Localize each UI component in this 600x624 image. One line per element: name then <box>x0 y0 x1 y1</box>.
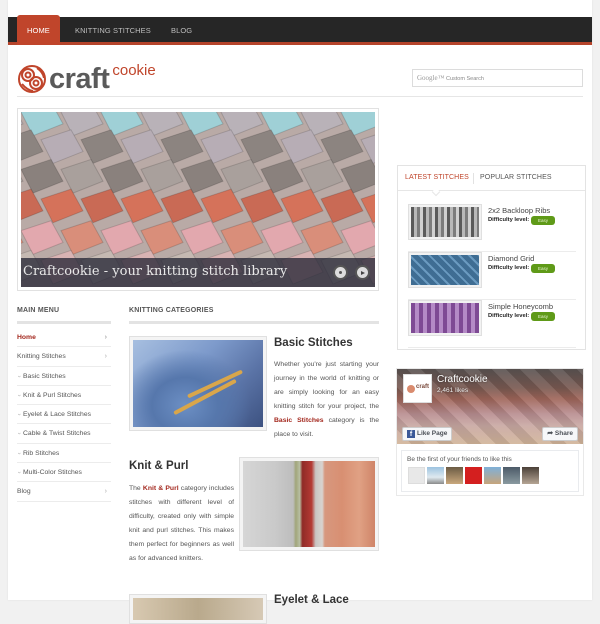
main-menu: Home› Knitting Stitches› Basic Stitches … <box>17 328 111 502</box>
category-desc-knit-purl: The Knit & Purl category includes stitch… <box>129 482 234 566</box>
logo-text-craft: craft <box>49 63 110 95</box>
chevron-right-icon: › <box>104 488 107 496</box>
tab-popular-stitches[interactable]: POPULAR STITCHES <box>480 174 552 181</box>
menu-item-blog[interactable]: Blog › <box>17 482 111 502</box>
friend-avatar[interactable] <box>446 467 463 484</box>
facebook-icon: f <box>407 430 415 438</box>
stitch-item: 2x2 Backloop Ribs Difficulty level: Easy <box>408 204 576 252</box>
difficulty-badge: Easy <box>531 216 555 225</box>
slider-caption: Craftcookie - your knitting stitch libra… <box>23 264 288 279</box>
facebook-page-logo[interactable]: craft <box>403 374 432 403</box>
category-link-knit-purl[interactable]: Knit & Purl <box>143 485 179 492</box>
share-arrow-icon: ➦ <box>547 430 554 437</box>
menu-item-label: Basic Stitches <box>23 372 66 380</box>
friend-avatar[interactable] <box>484 467 501 484</box>
basic-stitches-image[interactable] <box>129 336 267 431</box>
chevron-right-icon: › <box>104 334 107 341</box>
facebook-page-name[interactable]: Craftcookie <box>437 374 488 385</box>
stitch-name[interactable]: Simple Honeycomb <box>488 302 553 311</box>
main-menu-rule <box>17 321 111 324</box>
menu-item-label: Cable & Twist Stitches <box>23 430 91 438</box>
menu-item-label: Multi-Color Stitches <box>23 469 82 477</box>
menu-item-label: Home <box>17 334 36 341</box>
tab-separator <box>473 173 474 184</box>
stitch-thumbnail[interactable] <box>408 204 482 240</box>
menu-item-knit-purl[interactable]: Knit & Purl Stitches <box>17 386 111 406</box>
site-logo[interactable]: craft cookie <box>17 60 156 94</box>
stitch-thumbnail[interactable] <box>408 252 482 288</box>
search-placeholder: Custom Search <box>446 76 484 82</box>
main-menu-title: MAIN MENU <box>17 307 60 314</box>
desc-text: The <box>129 485 143 492</box>
categories-rule <box>129 321 379 324</box>
menu-item-label: Blog <box>17 488 31 496</box>
category-desc-basic: Whether you're just starting your journe… <box>274 358 379 442</box>
active-tab-pointer <box>431 187 441 197</box>
nav-home[interactable]: HOME <box>17 15 60 45</box>
categories-title: KNITTING CATEGORIES <box>129 307 214 314</box>
category-title-eyelet-lace[interactable]: Eyelet & Lace <box>274 594 349 606</box>
friend-avatar[interactable] <box>427 467 444 484</box>
menu-item-eyelet-lace[interactable]: Eyelet & Lace Stitches <box>17 405 111 425</box>
facebook-friends-text: Be the first of your friends to like thi… <box>407 456 512 463</box>
menu-item-label: Knitting Stitches <box>17 353 66 361</box>
menu-item-label: Eyelet & Lace Stitches <box>23 411 92 419</box>
stitch-name[interactable]: 2x2 Backloop Ribs <box>488 206 550 215</box>
header-divider <box>17 96 583 97</box>
menu-item-label: Knit & Purl Stitches <box>23 391 82 399</box>
desc-text: category includes stitches with differen… <box>129 485 234 562</box>
knit-purl-image[interactable] <box>239 457 379 551</box>
fb-logo-text: craft <box>416 384 430 390</box>
slider-image[interactable]: Craftcookie - your knitting stitch libra… <box>21 112 375 287</box>
difficulty-label: Difficulty level: <box>488 265 530 271</box>
desc-text: Whether you're just starting your journe… <box>274 361 379 410</box>
friend-avatar[interactable] <box>503 467 520 484</box>
difficulty-label: Difficulty level: <box>488 313 530 319</box>
yarn-ball-icon <box>18 65 46 93</box>
menu-item-cable-twist[interactable]: Cable & Twist Stitches <box>17 424 111 444</box>
slider-prev-button[interactable] <box>333 265 348 280</box>
category-link-basic[interactable]: Basic Stitches <box>274 417 324 424</box>
tabs-header: LATEST STITCHES POPULAR STITCHES <box>398 166 585 197</box>
difficulty-label: Difficulty level: <box>488 217 530 223</box>
stitch-item: Simple Honeycomb Difficulty level: Easy <box>408 300 576 348</box>
stitch-name[interactable]: Diamond Grid <box>488 254 534 263</box>
stitch-thumbnail[interactable] <box>408 300 482 336</box>
featured-slider: Craftcookie - your knitting stitch libra… <box>17 108 379 291</box>
facebook-page-widget: craft Craftcookie 2,461 likes f Like Page… <box>396 368 584 496</box>
like-page-label: Like Page <box>417 430 448 437</box>
friend-avatar[interactable] <box>465 467 482 484</box>
menu-item-rib[interactable]: Rib Stitches <box>17 444 111 464</box>
difficulty-badge: Easy <box>531 264 555 273</box>
search-input[interactable]: Google™ Custom Search <box>412 69 583 87</box>
share-label: Share <box>554 430 573 437</box>
difficulty-badge: Easy <box>531 312 555 321</box>
facebook-like-count: 2,461 likes <box>437 387 469 394</box>
stitches-tabs-widget: LATEST STITCHES POPULAR STITCHES 2x2 Bac… <box>397 165 586 350</box>
menu-item-label: Rib Stitches <box>23 449 60 457</box>
tab-latest-stitches[interactable]: LATEST STITCHES <box>405 174 469 181</box>
nav-knitting-stitches[interactable]: KNITTING STITCHES <box>75 17 151 45</box>
logo-text-cookie: cookie <box>112 62 156 79</box>
google-brand: Google™ <box>417 74 445 82</box>
menu-item-multi-color[interactable]: Multi-Color Stitches <box>17 463 111 483</box>
facebook-share-button[interactable]: ➦ Share <box>542 427 578 441</box>
stitch-item: Diamond Grid Difficulty level: Easy <box>408 252 576 300</box>
slider-next-button[interactable] <box>355 265 370 280</box>
menu-item-home[interactable]: Home › <box>17 328 111 348</box>
facebook-cover-photo: craft Craftcookie 2,461 likes f Like Page… <box>397 369 583 444</box>
eyelet-lace-image[interactable] <box>129 594 267 624</box>
nav-blog[interactable]: BLOG <box>171 17 192 45</box>
top-navigation: HOME KNITTING STITCHES BLOG <box>8 15 592 45</box>
category-title-knit-purl[interactable]: Knit & Purl <box>129 460 188 472</box>
facebook-like-page-button[interactable]: f Like Page <box>402 427 453 441</box>
friend-avatar-placeholder[interactable] <box>408 467 425 484</box>
category-title-basic[interactable]: Basic Stitches <box>274 337 353 349</box>
menu-item-knitting-stitches[interactable]: Knitting Stitches › <box>17 347 111 367</box>
facebook-friends-box: Be the first of your friends to like thi… <box>401 450 579 492</box>
friend-avatar[interactable] <box>522 467 539 484</box>
slider-caption-bar: Craftcookie - your knitting stitch libra… <box>21 258 375 287</box>
chevron-right-icon: › <box>104 353 107 361</box>
menu-item-basic-stitches[interactable]: Basic Stitches <box>17 367 111 386</box>
